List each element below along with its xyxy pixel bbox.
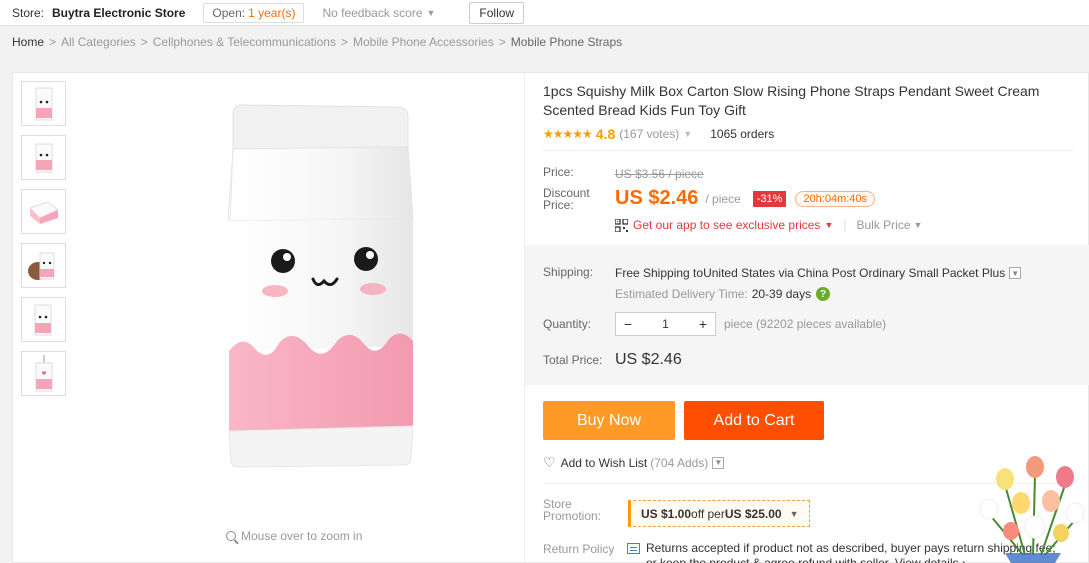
- separator: |: [843, 218, 847, 232]
- quantity-row: − 1 + piece (92202 pieces available): [615, 312, 886, 336]
- chevron-down-icon[interactable]: ▼: [712, 456, 725, 469]
- breadcrumb-straps[interactable]: Mobile Phone Straps: [511, 35, 622, 49]
- chevron-down-icon[interactable]: ▼: [683, 129, 692, 139]
- quantity-label: Quantity:: [543, 317, 592, 331]
- quantity-available: piece (92202 pieces available): [724, 317, 887, 331]
- breadcrumb-separator: >: [340, 35, 348, 49]
- rating-row: ★★★★★ 4.8 (167 votes) ▼ 1065 orders: [543, 126, 774, 142]
- product-panel: Mouse over to zoom in 1pcs Squishy Milk …: [12, 72, 1089, 563]
- main-product-image[interactable]: [213, 101, 423, 471]
- quantity-stepper: − 1 +: [615, 312, 716, 336]
- discount-badge: -31%: [752, 190, 787, 207]
- thumbnail-4[interactable]: [21, 243, 66, 288]
- zoom-hint-text: Mouse over to zoom in: [241, 529, 363, 543]
- qr-code-icon: [615, 218, 628, 232]
- total-price-label: Total Price:: [543, 353, 603, 367]
- store-open-badge: Open: 1 year(s): [203, 2, 305, 23]
- estimated-delivery: Estimated Delivery Time: 20-39 days ?: [615, 287, 831, 301]
- free-shipping-text: Free Shipping to: [615, 266, 704, 280]
- rating-stars: ★★★★★: [543, 127, 593, 141]
- wishlist-label: Add to Wish List: [560, 455, 648, 470]
- store-open-value: 1 year(s): [248, 5, 296, 20]
- thumbnail-list: [21, 81, 67, 405]
- store-promotion-label: Store Promotion:: [543, 498, 601, 522]
- estimated-delivery-days: 20-39 days: [751, 287, 812, 301]
- thumbnail-6[interactable]: [21, 351, 66, 396]
- store-promotion-coupon[interactable]: US $1.00 off per US $25.00 ▼: [628, 500, 810, 527]
- promotion-off-per: off per: [691, 506, 725, 521]
- original-price: US $3.56 / piece: [615, 167, 704, 181]
- breadcrumb-separator: >: [49, 35, 57, 49]
- breadcrumb-home[interactable]: Home: [12, 35, 44, 49]
- quantity-decrease-button[interactable]: −: [616, 313, 640, 335]
- buy-now-button[interactable]: Buy Now: [543, 401, 675, 440]
- heart-icon: ♡: [543, 454, 556, 470]
- flower-decoration: [975, 445, 1089, 563]
- thumbnail-3[interactable]: [21, 189, 66, 234]
- thumbnail-5[interactable]: [21, 297, 66, 342]
- follow-button[interactable]: Follow: [469, 1, 525, 24]
- shipping-label: Shipping:: [543, 265, 594, 279]
- breadcrumb-cellphones[interactable]: Cellphones & Telecommunications: [153, 35, 336, 49]
- chevron-down-icon: ▼: [789, 508, 799, 519]
- breadcrumb-all-categories[interactable]: All Categories: [61, 35, 136, 49]
- estimated-delivery-label: Estimated Delivery Time:: [615, 287, 748, 301]
- zoom-hint: Mouse over to zoom in: [226, 529, 362, 543]
- store-bar: Store: Buytra Electronic Store Open: 1 y…: [0, 0, 1089, 26]
- chevron-down-icon: ▼: [824, 220, 834, 230]
- discount-price: US $2.46: [615, 187, 699, 209]
- chevron-down-icon: ▼: [913, 220, 923, 230]
- feedback-score-text: No feedback score: [322, 5, 423, 20]
- discount-price-label-2: Price:: [543, 198, 574, 212]
- chevron-down-icon[interactable]: ▼: [1009, 267, 1022, 279]
- countdown-timer: 20h:04m:40s: [795, 190, 876, 207]
- price-unit: / piece: [705, 191, 741, 206]
- product-title: 1pcs Squishy Milk Box Carton Slow Rising…: [543, 83, 1040, 118]
- promotion-threshold: US $25.00: [724, 506, 782, 521]
- return-policy-label: Return Policy: [543, 542, 615, 556]
- price-label: Price:: [543, 165, 574, 179]
- bulk-price-link[interactable]: Bulk Price: [856, 218, 910, 232]
- store-label: Store:: [12, 5, 45, 20]
- search-icon: [226, 531, 236, 541]
- total-price: US $2.46: [615, 351, 682, 368]
- breadcrumb-accessories[interactable]: Mobile Phone Accessories: [353, 35, 494, 49]
- shipping-destination: United States via China Post Ordinary Sm…: [703, 266, 1006, 280]
- help-icon[interactable]: ?: [816, 287, 831, 301]
- order-count: 1065 orders: [710, 127, 775, 141]
- breadcrumb-separator: >: [140, 35, 148, 49]
- return-policy-icon: [627, 543, 640, 554]
- thumbnail-1[interactable]: [21, 81, 66, 126]
- feedback-score-dropdown[interactable]: No feedback score ▼: [314, 3, 443, 23]
- thumbnail-2[interactable]: [21, 135, 66, 180]
- store-name[interactable]: Buytra Electronic Store: [52, 6, 185, 20]
- breadcrumb: Home > All Categories > Cellphones & Tel…: [12, 35, 622, 49]
- breadcrumb-separator: >: [498, 35, 506, 49]
- app-exclusive-link[interactable]: Get our app to see exclusive prices: [633, 218, 820, 232]
- divider: [543, 150, 1073, 151]
- chevron-down-icon: ▼: [426, 7, 436, 18]
- discount-price-row: US $2.46 / piece -31% 20h:04m:40s: [615, 187, 876, 210]
- quantity-input[interactable]: 1: [640, 317, 691, 331]
- store-promotion-label-2: Promotion:: [543, 509, 602, 523]
- wishlist-count: (704 Adds): [650, 455, 709, 470]
- rating-score: 4.8: [595, 126, 616, 142]
- add-to-cart-button[interactable]: Add to Cart: [684, 401, 824, 440]
- app-price-row: Get our app to see exclusive prices ▼ | …: [615, 218, 922, 232]
- store-open-label: Open:: [212, 5, 246, 20]
- add-to-wishlist-button[interactable]: ♡ Add to Wish List (704 Adds) ▼: [543, 454, 725, 471]
- shipping-method[interactable]: Free Shipping to United States via China…: [615, 266, 1022, 280]
- promotion-amount: US $1.00: [641, 506, 692, 521]
- quantity-increase-button[interactable]: +: [691, 313, 715, 335]
- rating-votes[interactable]: (167 votes): [619, 127, 679, 141]
